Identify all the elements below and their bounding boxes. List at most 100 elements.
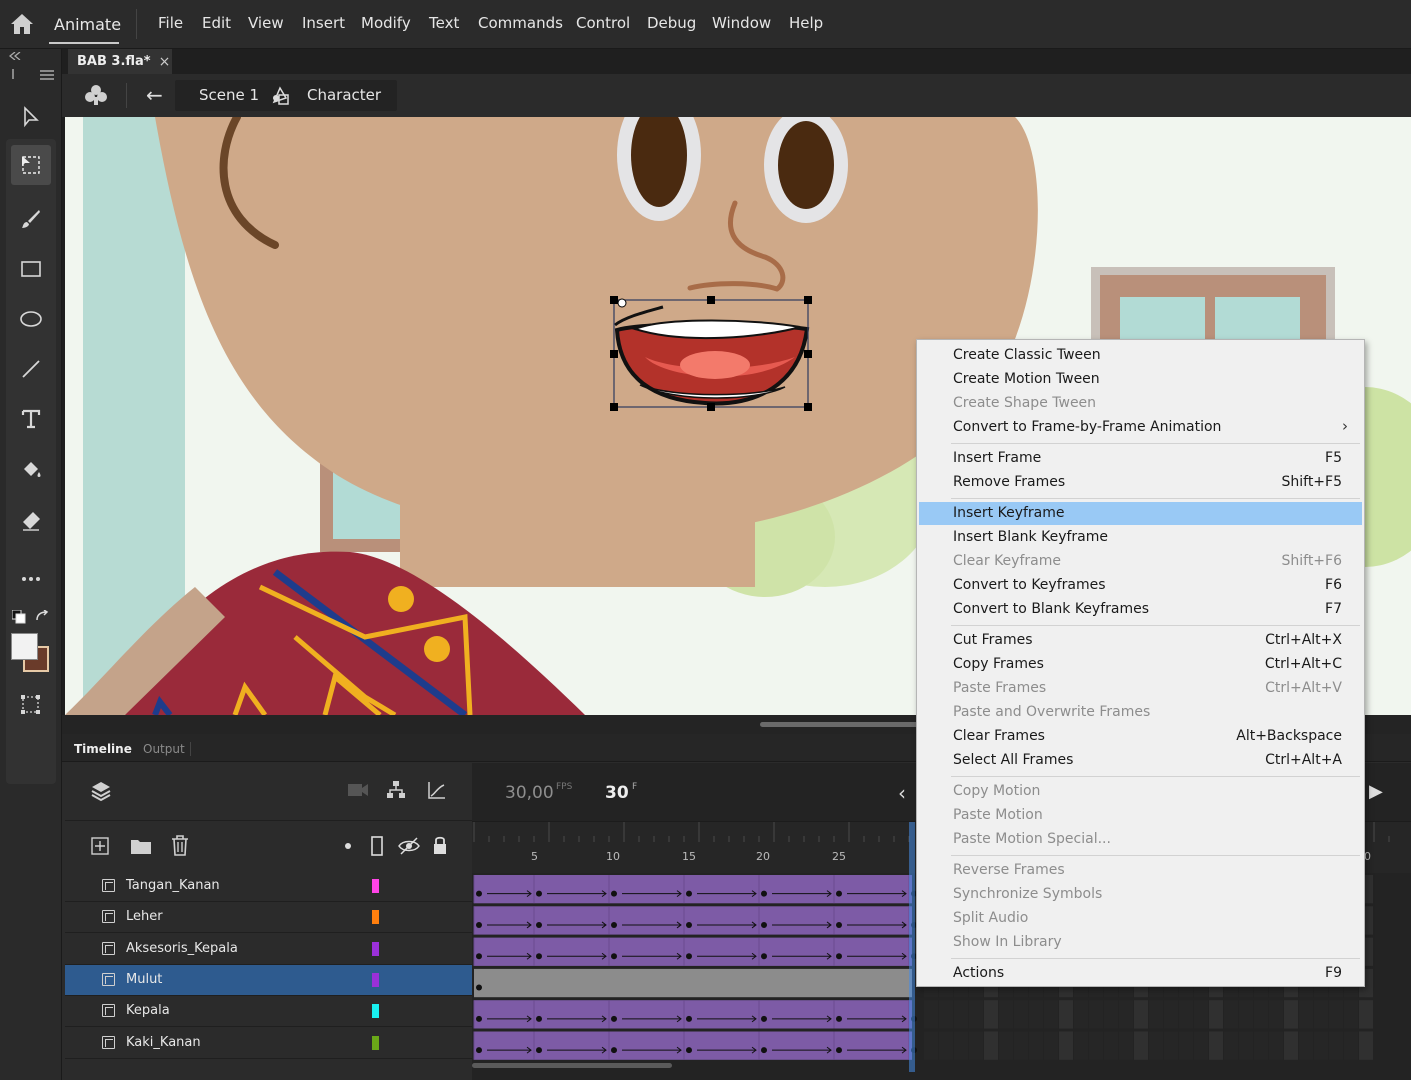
selection-tool[interactable] [11, 97, 51, 137]
menu-file[interactable]: File [158, 14, 183, 32]
menu-item-insert-blank-keyframe[interactable]: Insert Blank Keyframe [919, 526, 1362, 549]
menu-edit[interactable]: Edit [202, 14, 231, 32]
hide-layers-icon[interactable] [398, 836, 420, 856]
empty-frame-cell [1284, 1031, 1298, 1060]
layer-row[interactable]: Leher [65, 902, 472, 934]
layer-row[interactable]: Tangan_Kanan [65, 871, 472, 902]
edit-scene-icon[interactable] [84, 84, 108, 106]
home-icon[interactable] [10, 13, 34, 35]
menu-item-create-motion-tween[interactable]: Create Motion Tween [919, 368, 1362, 391]
empty-frame-cell [1329, 1000, 1343, 1029]
previous-frame-icon[interactable]: ‹ [898, 781, 906, 805]
layer-row[interactable]: Kepala [65, 996, 472, 1028]
fps-value[interactable]: 30,00 [505, 783, 554, 803]
breadcrumb-scene[interactable]: Scene 1 [199, 86, 259, 104]
empty-frame-cell [1209, 1000, 1223, 1029]
graphic-symbol-icon [272, 86, 289, 105]
edit-bar: ← Scene 1 Character [62, 74, 1411, 117]
keyframe-dot [611, 921, 617, 928]
menu-insert[interactable]: Insert [302, 14, 345, 32]
rectangle-tool[interactable] [11, 249, 51, 289]
playhead[interactable] [909, 822, 915, 1072]
menu-control[interactable]: Control [576, 14, 630, 32]
stroke-color-swatch[interactable] [11, 633, 38, 660]
back-arrow-icon[interactable]: ← [146, 83, 163, 107]
menu-item-label: Paste and Overwrite Frames [953, 704, 1151, 720]
menu-item-convert-to-frame-by-frame-animation[interactable]: Convert to Frame-by-Frame Animation › [919, 416, 1362, 439]
camera-icon[interactable] [347, 782, 369, 798]
new-layer-icon[interactable] [91, 837, 109, 855]
menu-item-cut-frames[interactable]: Cut Frames Ctrl+Alt+X [919, 629, 1362, 652]
empty-frame-cell [1254, 1000, 1268, 1029]
frame-span [474, 875, 912, 904]
menu-help[interactable]: Help [789, 14, 823, 32]
keyframe-dot [686, 1015, 692, 1022]
layer-color-swatch[interactable] [372, 910, 379, 925]
current-frame[interactable]: 30 [605, 783, 629, 803]
line-tool[interactable] [11, 349, 51, 389]
swap-colors-icon[interactable] [35, 610, 51, 624]
play-icon[interactable]: ▶ [1369, 781, 1383, 802]
outline-layers-icon[interactable] [371, 836, 383, 856]
menu-item-copy-motion: Copy Motion [919, 780, 1362, 803]
menu-separator [951, 625, 1360, 626]
layers-icon[interactable] [90, 780, 112, 802]
menu-item-actions[interactable]: Actions F9 [919, 962, 1362, 985]
free-transform-tool[interactable] [11, 145, 51, 185]
layer-name[interactable]: Tangan_Kanan [126, 878, 220, 893]
tab-output[interactable]: Output [143, 742, 185, 756]
timeline-scrollbar-thumb[interactable] [472, 1063, 672, 1068]
tab-timeline[interactable]: Timeline [74, 742, 132, 756]
oval-tool[interactable] [11, 299, 51, 339]
panel-menu-icon[interactable] [40, 70, 54, 80]
menu-item-remove-frames[interactable]: Remove Frames Shift+F5 [919, 471, 1362, 494]
menu-debug[interactable]: Debug [647, 14, 696, 32]
menu-modify[interactable]: Modify [361, 14, 411, 32]
layer-parenting-icon[interactable] [386, 780, 406, 800]
menu-item-clear-frames[interactable]: Clear Frames Alt+Backspace [919, 725, 1362, 748]
document-tab[interactable]: BAB 3.fla* × [68, 49, 172, 74]
keyframe-dot [476, 1015, 482, 1022]
layer-color-swatch[interactable] [372, 941, 379, 956]
eraser-tool[interactable] [11, 501, 51, 541]
collapse-icon[interactable] [9, 52, 21, 60]
menu-item-convert-to-blank-keyframes[interactable]: Convert to Blank Keyframes F7 [919, 598, 1362, 621]
menu-window[interactable]: Window [712, 14, 771, 32]
transform-options[interactable] [11, 685, 51, 725]
menu-view[interactable]: View [248, 14, 284, 32]
menu-item-insert-keyframe[interactable]: Insert Keyframe [919, 502, 1362, 525]
menu-item-insert-frame[interactable]: Insert Frame F5 [919, 447, 1362, 470]
layer-name[interactable]: Mulut [126, 972, 162, 987]
layer-color-swatch[interactable] [372, 1004, 379, 1019]
app-name: Animate [54, 15, 122, 34]
menu-commands[interactable]: Commands [478, 14, 563, 32]
menu-item-select-all-frames[interactable]: Select All Frames Ctrl+Alt+A [919, 749, 1362, 772]
menu-item-copy-frames[interactable]: Copy Frames Ctrl+Alt+C [919, 653, 1362, 676]
layer-name[interactable]: Kepala [126, 1003, 170, 1018]
menu-text[interactable]: Text [429, 14, 459, 32]
brush-tool[interactable] [11, 199, 51, 239]
layer-color-swatch[interactable] [372, 879, 379, 893]
layer-row[interactable]: Mulut [65, 964, 472, 996]
graph-editor-icon[interactable] [427, 780, 447, 800]
menu-item-convert-to-keyframes[interactable]: Convert to Keyframes F6 [919, 574, 1362, 597]
layer-color-swatch[interactable] [372, 972, 379, 987]
layer-color-swatch[interactable] [372, 1035, 379, 1050]
layer-row[interactable]: Kaki_Kanan [65, 1028, 472, 1059]
menu-item-create-classic-tween[interactable]: Create Classic Tween [919, 344, 1362, 367]
menu-item-shortcut: Ctrl+Alt+X [1265, 632, 1342, 648]
layer-name[interactable]: Leher [126, 909, 163, 924]
paint-bucket-tool[interactable] [11, 451, 51, 491]
default-colors-icon[interactable] [12, 610, 26, 624]
layer-name[interactable]: Kaki_Kanan [126, 1035, 201, 1050]
more-tools[interactable] [11, 559, 51, 599]
trash-icon[interactable] [171, 835, 189, 856]
text-tool[interactable] [11, 399, 51, 439]
lock-icon[interactable] [432, 835, 448, 855]
new-folder-icon[interactable] [130, 837, 152, 855]
breadcrumb-symbol[interactable]: Character [307, 86, 381, 104]
highlight-layers-dot-icon[interactable] [344, 842, 352, 850]
layer-row[interactable]: Aksesoris_Kepala [65, 934, 472, 965]
layer-name[interactable]: Aksesoris_Kepala [126, 941, 238, 956]
close-icon[interactable]: × [159, 54, 171, 70]
